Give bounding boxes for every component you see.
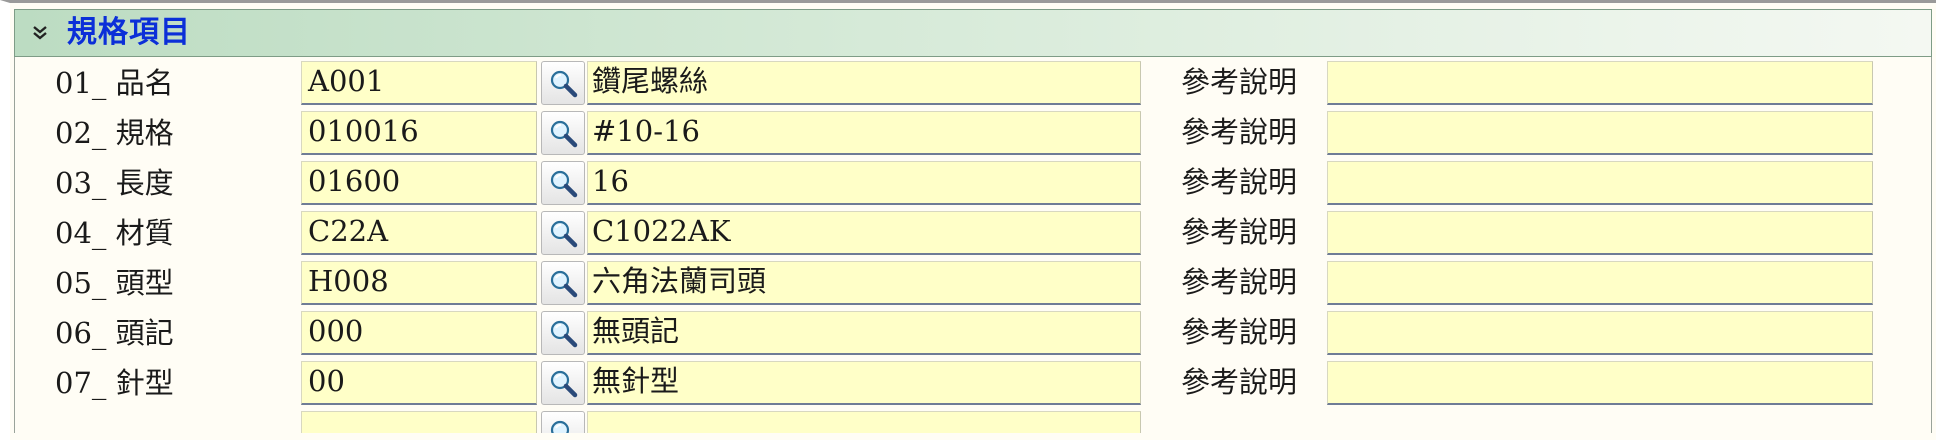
spec-row-label: 07_ 針型	[55, 366, 174, 400]
ref-desc-label: 參考說明	[1181, 315, 1298, 349]
spec-code-input[interactable]: C22A	[301, 211, 537, 255]
spec-row-label: 05_ 頭型	[55, 266, 174, 300]
spec-name-field[interactable]: 鑽尾螺絲	[587, 61, 1141, 105]
spec-items-content: 01_ 品名 A001 鑽尾螺絲 參考說明 02_ 規格 010016 #10-16 參考說明…	[14, 57, 1932, 433]
lookup-button[interactable]	[541, 361, 585, 405]
spec-row: 06_ 頭記 000 無頭記 參考說明	[15, 309, 1931, 357]
ref-desc-label: 參考說明	[1181, 165, 1298, 199]
ref-desc-input[interactable]	[1327, 211, 1873, 255]
spec-row: 07_ 針型 00 無針型 參考說明	[15, 359, 1931, 407]
spec-code-input[interactable]: A001	[301, 61, 537, 105]
spec-code-input[interactable]: 010016	[301, 111, 537, 155]
spec-name-field[interactable]: #10-16	[587, 111, 1141, 155]
spec-row-label: 04_ 材質	[55, 216, 174, 250]
ref-desc-label: 參考說明	[1181, 65, 1298, 99]
spec-row: 01_ 品名 A001 鑽尾螺絲 參考說明	[15, 59, 1931, 107]
spec-row: 03_ 長度 01600 16 參考說明	[15, 159, 1931, 207]
double-chevron-down-icon[interactable]	[31, 24, 49, 42]
spec-row: 02_ 規格 010016 #10-16 參考說明	[15, 109, 1931, 157]
spec-row	[15, 409, 1931, 433]
spec-code-input[interactable]: H008	[301, 261, 537, 305]
spec-row-label: 02_ 規格	[55, 116, 174, 150]
ref-desc-input[interactable]	[1327, 161, 1873, 205]
spec-row-label: 01_ 品名	[55, 66, 174, 100]
spec-name-field[interactable]	[587, 411, 1141, 433]
spec-row-label: 06_ 頭記	[55, 316, 174, 350]
spec-name-field[interactable]: 16	[587, 161, 1141, 205]
spec-code-input[interactable]: 00	[301, 361, 537, 405]
ref-desc-input[interactable]	[1327, 61, 1873, 105]
spec-row: 04_ 材質 C22A C1022AK 參考說明	[15, 209, 1931, 257]
spec-code-input[interactable]	[301, 411, 537, 433]
spec-row: 05_ 頭型 H008 六角法蘭司頭 參考說明	[15, 259, 1931, 307]
spec-name-field[interactable]: C1022AK	[587, 211, 1141, 255]
ref-desc-label: 參考說明	[1181, 215, 1298, 249]
ref-desc-input[interactable]	[1327, 311, 1873, 355]
lookup-button[interactable]	[541, 311, 585, 355]
section-header[interactable]: 規格項目	[14, 9, 1932, 57]
ref-desc-label: 參考說明	[1181, 115, 1298, 149]
ref-desc-label: 參考說明	[1181, 365, 1298, 399]
spec-name-field[interactable]: 無針型	[587, 361, 1141, 405]
ref-desc-input[interactable]	[1327, 361, 1873, 405]
lookup-button[interactable]	[541, 411, 585, 433]
spec-row-label: 03_ 長度	[55, 166, 174, 200]
ref-desc-input[interactable]	[1327, 261, 1873, 305]
lookup-button[interactable]	[541, 111, 585, 155]
ref-desc-label: 參考說明	[1181, 265, 1298, 299]
lookup-button[interactable]	[541, 211, 585, 255]
lookup-button[interactable]	[541, 61, 585, 105]
spec-items-panel: 規格項目 01_ 品名 A001 鑽尾螺絲 參考說明 02_ 規格 010016 #10-1…	[0, 0, 1936, 440]
spec-code-input[interactable]: 000	[301, 311, 537, 355]
lookup-button[interactable]	[541, 161, 585, 205]
spec-name-field[interactable]: 六角法蘭司頭	[587, 261, 1141, 305]
spec-code-input[interactable]: 01600	[301, 161, 537, 205]
spec-name-field[interactable]: 無頭記	[587, 311, 1141, 355]
section-title: 規格項目	[67, 15, 191, 50]
ref-desc-input[interactable]	[1327, 111, 1873, 155]
lookup-button[interactable]	[541, 261, 585, 305]
